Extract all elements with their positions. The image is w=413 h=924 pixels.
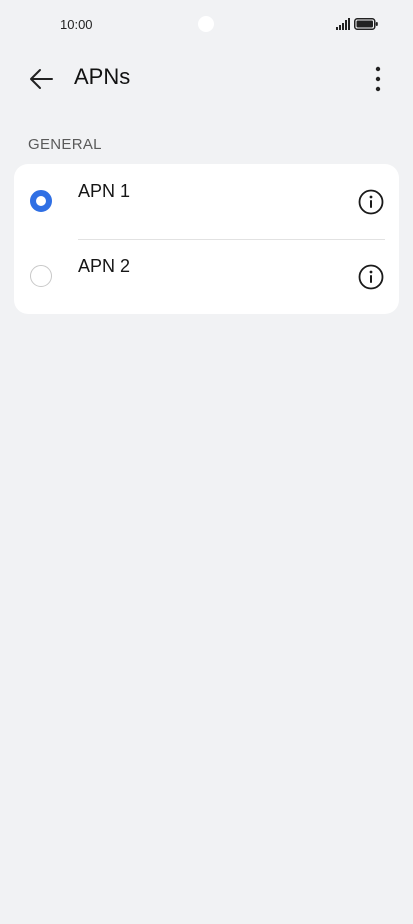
list-item-apn-1[interactable]: APN 1 xyxy=(14,164,399,239)
back-button[interactable] xyxy=(24,62,58,96)
list-item-apn-2[interactable]: APN 2 xyxy=(14,239,399,314)
radio-apn-1-selected[interactable] xyxy=(30,190,52,212)
section-header-general: GENERAL xyxy=(28,136,102,153)
battery-icon xyxy=(354,18,378,30)
radio-apn-2[interactable] xyxy=(30,265,52,287)
info-icon[interactable] xyxy=(358,264,384,290)
apn-list-card: APN 1 APN 2 xyxy=(14,164,399,314)
more-options-button[interactable] xyxy=(364,62,392,96)
info-icon[interactable] xyxy=(358,189,384,215)
apn-label: APN 1 xyxy=(78,181,131,201)
status-time: 10:00 xyxy=(60,17,93,32)
apn-label: APN 2 xyxy=(78,256,131,276)
signal-icon xyxy=(336,18,350,30)
arrow-left-icon xyxy=(30,69,53,89)
app-bar: APNs xyxy=(0,56,413,100)
more-vertical-icon xyxy=(375,66,381,92)
status-bar: 10:00 xyxy=(0,0,413,50)
front-camera xyxy=(198,16,214,32)
page-title: APNs xyxy=(74,64,131,89)
